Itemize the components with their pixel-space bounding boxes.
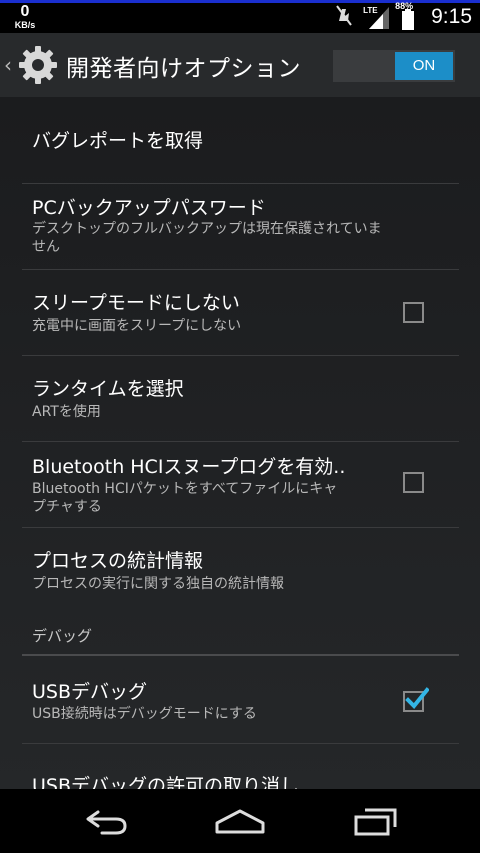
stay-awake-summary: 充電中に画面をスリープにしない	[32, 318, 242, 334]
revoke-usb-auth-title: USBデバッグの許可の取り消し	[32, 775, 300, 789]
developer-options-switch[interactable]: ON	[333, 50, 455, 82]
usb-debugging-summary: USB接続時はデバッグモードにする	[32, 706, 257, 722]
bt-hci-log-item[interactable]: Bluetooth HCIスヌープログを有効.. Bluetooth HCIパケ…	[22, 442, 459, 527]
pc-backup-password-title: PCバックアップパスワード	[32, 197, 266, 219]
navigation-bar	[0, 789, 480, 853]
net-speed-value: 0	[20, 3, 30, 20]
gear-icon[interactable]	[18, 45, 58, 85]
stay-awake-title: スリープモードにしない	[32, 292, 240, 314]
debug-category-header: デバッグ	[32, 627, 93, 645]
status-bar: 0 KB/s LTE 88% 9:15	[0, 0, 480, 33]
clock: 9:15	[431, 5, 472, 28]
runtime-title: ランタイムを選択	[32, 378, 184, 400]
usb-debugging-title: USBデバッグ	[32, 681, 148, 703]
revoke-usb-auth-item[interactable]: USBデバッグの許可の取り消し	[22, 744, 459, 789]
pc-backup-password-summary-line2: せん	[32, 239, 60, 255]
bt-hci-log-checkbox[interactable]	[403, 472, 424, 493]
checkmark-icon	[405, 687, 429, 709]
process-stats-title: プロセスの統計情報	[32, 550, 204, 572]
back-icon[interactable]	[76, 805, 136, 839]
stay-awake-item[interactable]: スリープモードにしない 充電中に画面をスリープにしない	[22, 270, 459, 355]
switch-thumb-on[interactable]: ON	[395, 52, 453, 80]
bt-hci-log-summary-line1: Bluetooth HCIパケットをすべてファイルにキャ	[32, 481, 338, 497]
signal-icon: LTE	[363, 5, 390, 29]
action-bar: ‹ 開発者向けオプション ON	[0, 33, 480, 97]
page-title: 開発者向けオプション	[66, 56, 301, 82]
usb-debugging-checkbox[interactable]	[403, 687, 429, 712]
bug-report-title: バグレポートを取得	[32, 130, 204, 152]
up-caret-icon[interactable]: ‹	[4, 53, 12, 77]
pc-backup-password-summary-line1: デスクトップのフルバックアップは現在保護されていま	[32, 221, 382, 237]
net-speed-indicator: 0 KB/s	[10, 4, 40, 30]
process-stats-item[interactable]: プロセスの統計情報 プロセスの実行に関する独自の統計情報	[22, 528, 459, 613]
bt-hci-log-title: Bluetooth HCIスヌープログを有効..	[32, 456, 346, 478]
usb-debugging-item[interactable]: USBデバッグ USB接続時はデバッグモードにする	[22, 657, 459, 743]
muted-icon	[333, 3, 355, 31]
recents-icon[interactable]	[345, 805, 405, 839]
process-stats-summary: プロセスの実行に関する独自の統計情報	[32, 576, 284, 592]
battery-icon: 88%	[395, 1, 419, 30]
stay-awake-checkbox[interactable]	[403, 302, 424, 323]
pc-backup-password-item[interactable]: PCバックアップパスワード デスクトップのフルバックアップは現在保護されていま …	[22, 184, 459, 269]
home-icon[interactable]	[210, 805, 270, 839]
category-divider	[22, 654, 459, 656]
runtime-item[interactable]: ランタイムを選択 ARTを使用	[22, 356, 459, 441]
status-icons: LTE 88% 9:15	[333, 1, 472, 31]
bt-hci-log-summary-line2: プチャする	[32, 499, 102, 515]
settings-list[interactable]: バグレポートを取得 PCバックアップパスワード デスクトップのフルバックアップは…	[0, 97, 480, 789]
runtime-summary: ARTを使用	[32, 404, 101, 420]
bug-report-item[interactable]: バグレポートを取得	[22, 97, 459, 183]
net-speed-unit: KB/s	[14, 20, 36, 30]
